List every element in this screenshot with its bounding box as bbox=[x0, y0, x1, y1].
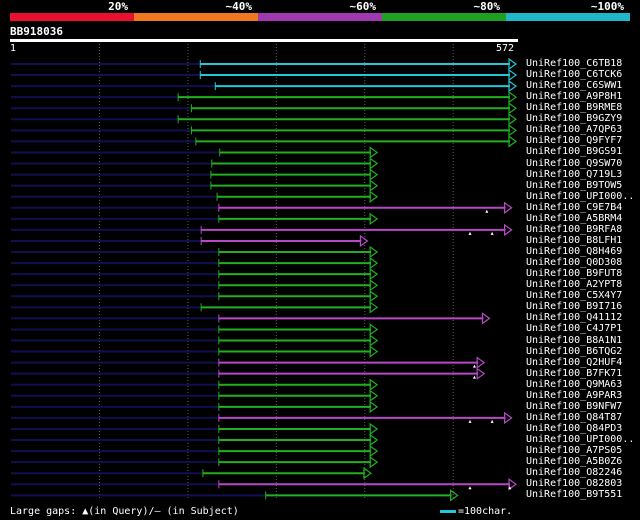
hit-label[interactable]: UniRef100_C6SWW1 bbox=[526, 80, 622, 91]
hit-label[interactable]: UniRef100_B9NFW7 bbox=[526, 401, 622, 412]
hit-label[interactable]: UniRef100_B7FK71 bbox=[526, 368, 622, 379]
alignment-end-arrow bbox=[508, 79, 518, 93]
query-gap-marker bbox=[472, 375, 476, 379]
hit-label[interactable]: UniRef100_A9P8H1 bbox=[526, 91, 622, 102]
hit-label[interactable]: UniRef100_A7QP63 bbox=[526, 124, 622, 135]
alignment-end-arrow bbox=[369, 267, 379, 281]
hit-label[interactable]: UniRef100_B9FUT8 bbox=[526, 268, 622, 279]
alignment-end-arrow bbox=[503, 411, 513, 425]
hit-label[interactable]: UniRef100_UPI000.. bbox=[526, 191, 634, 202]
alignment-end-arrow bbox=[508, 135, 518, 148]
alignment-end-arrow bbox=[503, 223, 513, 237]
hit-label[interactable]: UniRef100_B9I716 bbox=[526, 301, 622, 312]
hit-label[interactable]: UniRef100_C6TB18 bbox=[526, 58, 622, 69]
alignment-end-arrow bbox=[369, 279, 379, 292]
alignment-end-arrow bbox=[508, 102, 518, 115]
query-gap-marker bbox=[472, 364, 476, 368]
alignment-end-arrow bbox=[369, 245, 379, 259]
alignment-end-arrow bbox=[450, 489, 459, 502]
query-gap-marker bbox=[468, 486, 472, 490]
alignment-end-arrow bbox=[359, 234, 369, 248]
hit-label[interactable]: UniRef100_B9T551 bbox=[526, 489, 622, 500]
hit-label[interactable]: UniRef100_B9TOW5 bbox=[526, 180, 622, 191]
hit-label[interactable]: UniRef100_UPI000.. bbox=[526, 434, 634, 445]
alignment-end-arrow bbox=[369, 323, 379, 336]
alignment-end-arrow bbox=[369, 422, 379, 436]
hit-label[interactable]: UniRef100_C9E7B4 bbox=[526, 202, 622, 213]
alignment-end-arrow bbox=[369, 212, 379, 226]
alignment-end-arrow bbox=[369, 389, 379, 402]
alignment-end-arrow bbox=[481, 312, 491, 325]
scale-swatch bbox=[440, 509, 456, 513]
alignment-end-arrow bbox=[508, 124, 518, 137]
alignment-end-arrow bbox=[508, 68, 518, 82]
alignment-end-arrow bbox=[369, 179, 379, 192]
alignment-end-arrow bbox=[476, 367, 486, 380]
hit-label[interactable]: UniRef100_C4J7P1 bbox=[526, 323, 622, 334]
hit-label[interactable]: UniRef100_A2YPT8 bbox=[526, 279, 622, 290]
hit-label[interactable]: UniRef100_Q9MA63 bbox=[526, 379, 622, 390]
hit-label[interactable]: UniRef100_Q2HUF4 bbox=[526, 357, 622, 368]
alignment-end-arrow bbox=[369, 290, 379, 303]
alignment-end-arrow bbox=[503, 201, 513, 214]
alignment-end-arrow bbox=[369, 256, 379, 270]
hit-label[interactable]: UniRef100_A5BRM4 bbox=[526, 213, 622, 224]
query-gap-marker bbox=[468, 419, 472, 423]
hit-label[interactable]: UniRef100_A9PAR3 bbox=[526, 390, 622, 401]
hit-label[interactable]: UniRef100_Q719L3 bbox=[526, 169, 622, 180]
alignment-end-arrow bbox=[369, 444, 379, 458]
gap-legend: Large gaps: ▲(in Query)/– (in Subject) bbox=[10, 506, 239, 517]
hit-label[interactable]: UniRef100_Q9SW70 bbox=[526, 158, 622, 169]
hit-label[interactable]: UniRef100_B6TQG2 bbox=[526, 346, 622, 357]
hit-label[interactable]: UniRef100_Q84PD3 bbox=[526, 423, 622, 434]
hit-label[interactable]: UniRef100_Q84T87 bbox=[526, 412, 622, 423]
query-gap-marker bbox=[468, 231, 472, 235]
alignment-end-arrow bbox=[369, 168, 379, 181]
query-gap-marker bbox=[485, 209, 489, 213]
alignment-end-arrow bbox=[369, 378, 379, 391]
alignment-end-arrow bbox=[369, 400, 379, 414]
hit-label[interactable]: UniRef100_B8LFH1 bbox=[526, 235, 622, 246]
alignment-end-arrow bbox=[369, 433, 379, 447]
scale-legend: =100char. bbox=[440, 506, 512, 517]
alignment-end-arrow bbox=[476, 356, 486, 369]
hit-label[interactable]: UniRef100_Q8H469 bbox=[526, 246, 622, 257]
alignment-end-arrow bbox=[369, 334, 379, 347]
hit-label[interactable]: UniRef100_O82246 bbox=[526, 467, 622, 478]
hit-label[interactable]: UniRef100_Q9FYF7 bbox=[526, 135, 622, 146]
alignment-end-arrow bbox=[369, 345, 379, 358]
hit-label[interactable]: UniRef100_B9GS91 bbox=[526, 146, 622, 157]
hit-label[interactable]: UniRef100_A7PS05 bbox=[526, 445, 622, 456]
hit-label[interactable]: UniRef100_A5B0Z6 bbox=[526, 456, 622, 467]
alignment-end-arrow bbox=[369, 157, 379, 170]
hit-label[interactable]: UniRef100_Q0D308 bbox=[526, 257, 622, 268]
hit-label[interactable]: UniRef100_O82803 bbox=[526, 478, 622, 489]
alignment-end-arrow bbox=[369, 301, 379, 314]
alignment-end-arrow bbox=[369, 146, 379, 159]
hit-label[interactable]: UniRef100_C6TCK6 bbox=[526, 69, 622, 80]
scale-label: =100char. bbox=[458, 506, 513, 517]
query-gap-marker bbox=[490, 419, 494, 423]
hit-label[interactable]: UniRef100_C5X4Y7 bbox=[526, 290, 622, 301]
hit-label[interactable]: UniRef100_B9RFA8 bbox=[526, 224, 622, 235]
alignment-end-arrow bbox=[508, 57, 518, 71]
hit-label[interactable]: UniRef100_B8A1N1 bbox=[526, 335, 622, 346]
alignment-end-arrow bbox=[369, 455, 379, 469]
hit-label[interactable]: UniRef100_B9GZY9 bbox=[526, 113, 622, 124]
hit-label[interactable]: UniRef100_Q41112 bbox=[526, 312, 622, 323]
query-gap-marker bbox=[490, 231, 494, 235]
alignment-end-arrow bbox=[508, 91, 518, 104]
alignment-end-arrow bbox=[508, 113, 518, 126]
alignment-end-arrow bbox=[369, 190, 379, 203]
hit-label[interactable]: UniRef100_B9RME8 bbox=[526, 102, 622, 113]
